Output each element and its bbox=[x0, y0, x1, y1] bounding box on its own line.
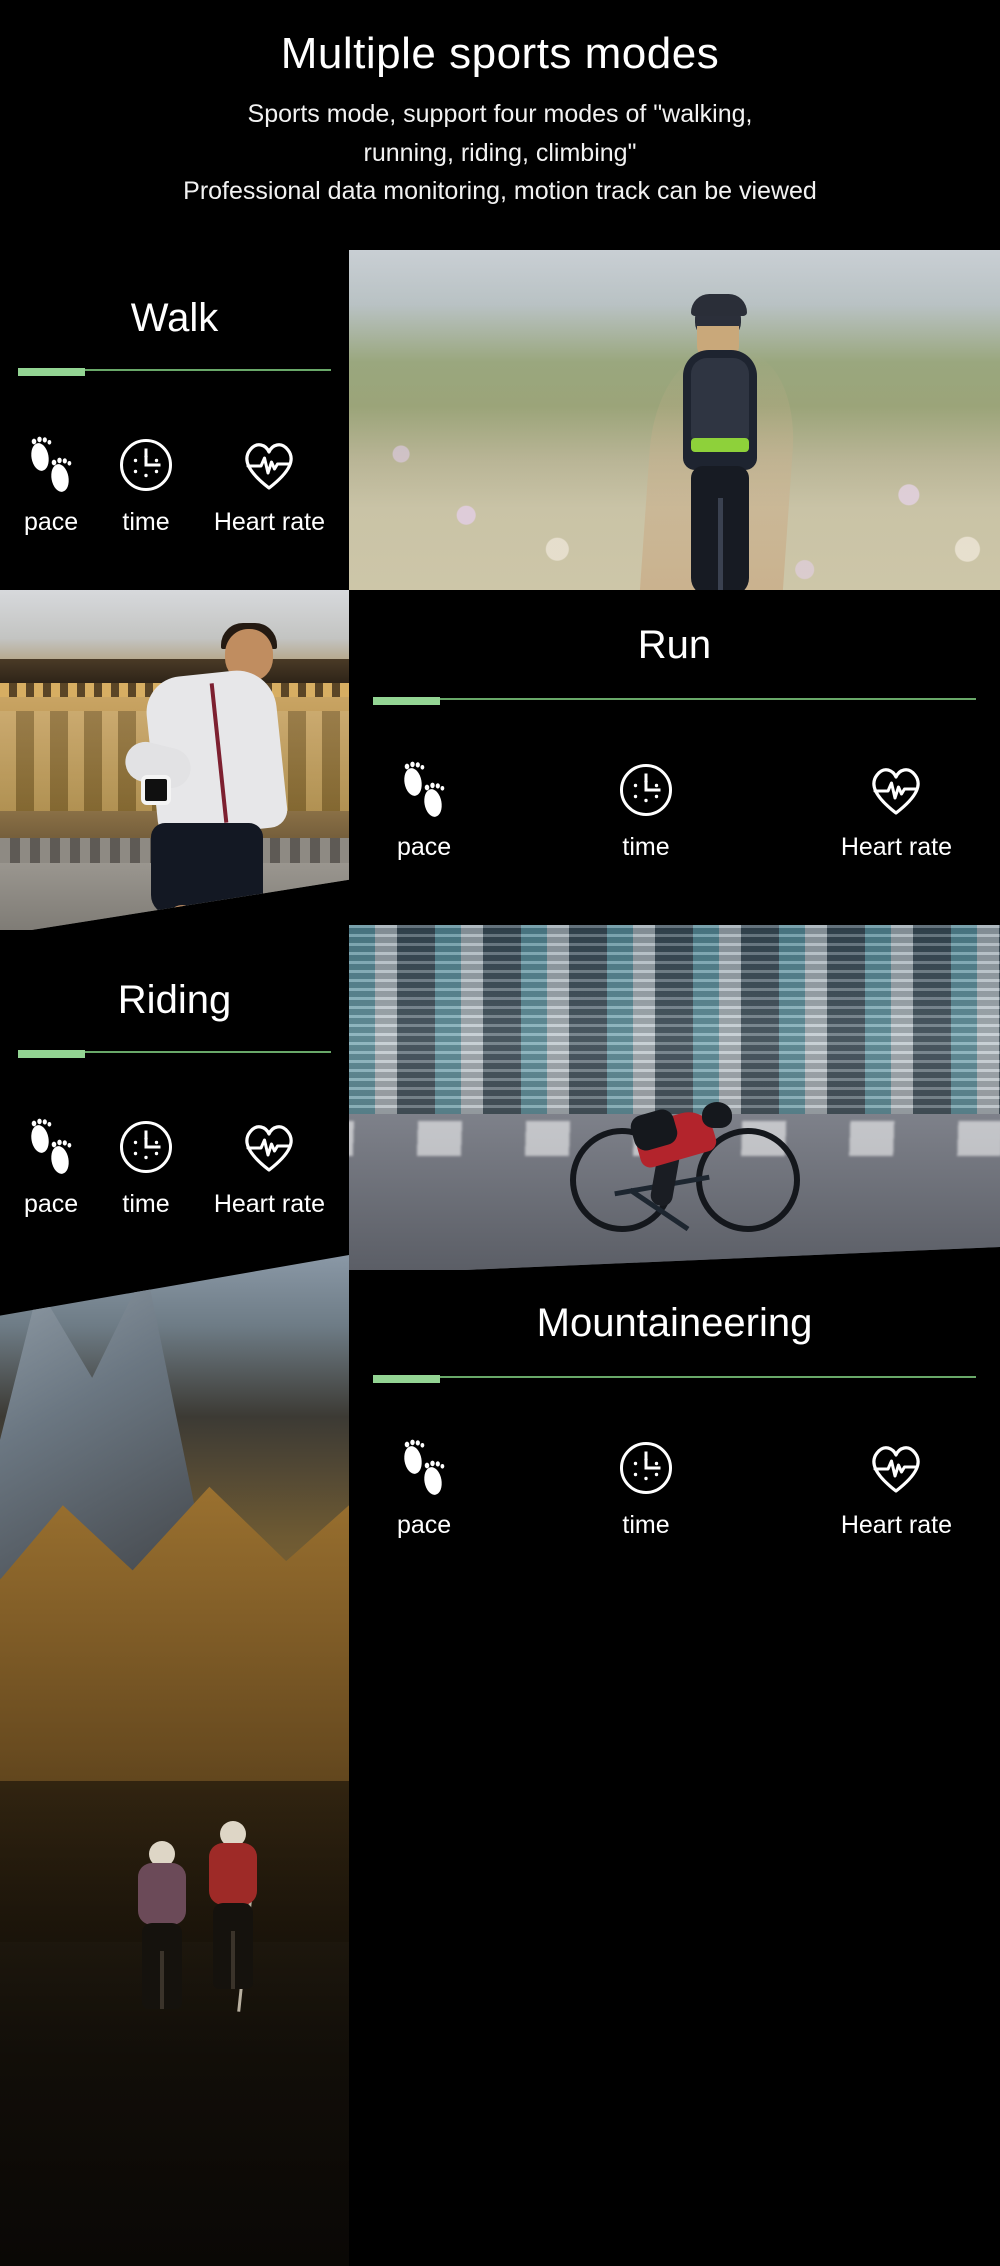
clock-icon bbox=[618, 759, 674, 821]
heart-rate-icon bbox=[239, 434, 299, 496]
section-title-mountaineering: Mountaineering bbox=[536, 1301, 813, 1345]
section-riding: Riding pace time Heart rate bbox=[0, 925, 1000, 1270]
page-header: Multiple sports modes Sports mode, suppo… bbox=[0, 0, 1000, 250]
metric-time: time bbox=[118, 434, 174, 535]
metric-label-pace: pace bbox=[397, 1511, 452, 1539]
smartwatch-on-wrist bbox=[140, 774, 171, 805]
cyclist-city-motion-blur-photo bbox=[349, 925, 1000, 1270]
riding-divider bbox=[18, 1050, 331, 1058]
sports-modes-product-page: Multiple sports modes Sports mode, suppo… bbox=[0, 0, 1000, 2266]
divider-line bbox=[373, 698, 976, 700]
walking-woman-figure bbox=[661, 293, 781, 590]
section-mountaineering: Mountaineering pace time Heart rate bbox=[0, 1255, 1000, 2266]
metric-label-pace: pace bbox=[24, 508, 79, 536]
mountaineering-metrics-row: pace time Heart rate bbox=[373, 1437, 976, 1538]
page-title: Multiple sports modes bbox=[280, 29, 720, 78]
metric-heart-rate: Heart rate bbox=[214, 434, 325, 535]
metric-time: time bbox=[618, 759, 674, 860]
footprints-icon bbox=[398, 1437, 450, 1499]
metric-heart-rate: Heart rate bbox=[214, 1116, 325, 1217]
clock-icon bbox=[618, 1437, 674, 1499]
heart-rate-icon bbox=[239, 1116, 299, 1178]
hiker-figure-left bbox=[126, 1841, 198, 2011]
two-hikers-mountain-ridge-photo bbox=[0, 1255, 349, 2266]
divider-accent bbox=[18, 368, 85, 376]
mountaineering-divider bbox=[373, 1375, 976, 1383]
clock-icon bbox=[118, 1116, 174, 1178]
metric-label-heart-rate: Heart rate bbox=[213, 1190, 325, 1218]
section-run: Run pace time Heart rate bbox=[0, 590, 1000, 930]
metric-heart-rate: Heart rate bbox=[841, 1437, 952, 1538]
metric-label-heart-rate: Heart rate bbox=[840, 1511, 952, 1539]
metric-time: time bbox=[618, 1437, 674, 1538]
section-title-riding: Riding bbox=[117, 978, 232, 1022]
divider-accent bbox=[373, 697, 440, 705]
metric-label-time: time bbox=[122, 508, 170, 536]
run-metrics-row: pace time Heart rate bbox=[373, 759, 976, 860]
metric-heart-rate: Heart rate bbox=[841, 759, 952, 860]
divider-line bbox=[373, 1376, 976, 1378]
subtitle-line-2: running, riding, climbing" bbox=[363, 138, 637, 167]
metric-label-pace: pace bbox=[397, 833, 452, 861]
section-title-walk: Walk bbox=[130, 296, 219, 340]
heart-rate-icon bbox=[866, 759, 926, 821]
cyclist-figure bbox=[570, 1072, 801, 1232]
walk-text-panel: Walk pace time Heart rate bbox=[0, 250, 349, 590]
metric-label-pace: pace bbox=[24, 1190, 79, 1218]
riding-text-panel: Riding pace time Heart rate bbox=[0, 925, 349, 1270]
run-text-panel: Run pace time Heart rate bbox=[349, 590, 1000, 930]
mountaineering-text-panel: Mountaineering pace time Heart rate bbox=[349, 1255, 1000, 2266]
footprints-icon bbox=[25, 1116, 77, 1178]
subtitle-line-1: Sports mode, support four modes of "walk… bbox=[247, 99, 753, 128]
metric-label-heart-rate: Heart rate bbox=[213, 508, 325, 536]
metric-pace: pace bbox=[24, 434, 78, 535]
divider-accent bbox=[18, 1050, 85, 1058]
page-subtitle: Sports mode, support four modes of "walk… bbox=[0, 81, 1000, 211]
metric-time: time bbox=[118, 1116, 174, 1217]
footprints-icon bbox=[398, 759, 450, 821]
clock-icon bbox=[118, 434, 174, 496]
metric-label-heart-rate: Heart rate bbox=[840, 833, 952, 861]
footprints-icon bbox=[25, 434, 77, 496]
metric-label-time: time bbox=[622, 1511, 670, 1539]
metric-label-time: time bbox=[622, 833, 670, 861]
running-man-figure bbox=[105, 622, 295, 930]
metric-pace: pace bbox=[397, 759, 451, 860]
walking-woman-flower-field-photo bbox=[349, 250, 1000, 590]
riding-metrics-row: pace time Heart rate bbox=[18, 1116, 331, 1217]
metric-pace: pace bbox=[397, 1437, 451, 1538]
walk-divider bbox=[18, 368, 331, 376]
metric-label-time: time bbox=[122, 1190, 170, 1218]
section-title-run: Run bbox=[637, 623, 712, 667]
metric-pace: pace bbox=[24, 1116, 78, 1217]
section-walk: Walk pace time Heart rate bbox=[0, 250, 1000, 590]
subtitle-line-3: Professional data monitoring, motion tra… bbox=[183, 177, 817, 206]
walk-metrics-row: pace time Heart rate bbox=[18, 434, 331, 535]
running-man-classical-building-photo bbox=[0, 590, 349, 930]
hiker-figure-right bbox=[195, 1821, 271, 1997]
run-divider bbox=[373, 697, 976, 705]
heart-rate-icon bbox=[866, 1437, 926, 1499]
divider-accent bbox=[373, 1375, 440, 1383]
